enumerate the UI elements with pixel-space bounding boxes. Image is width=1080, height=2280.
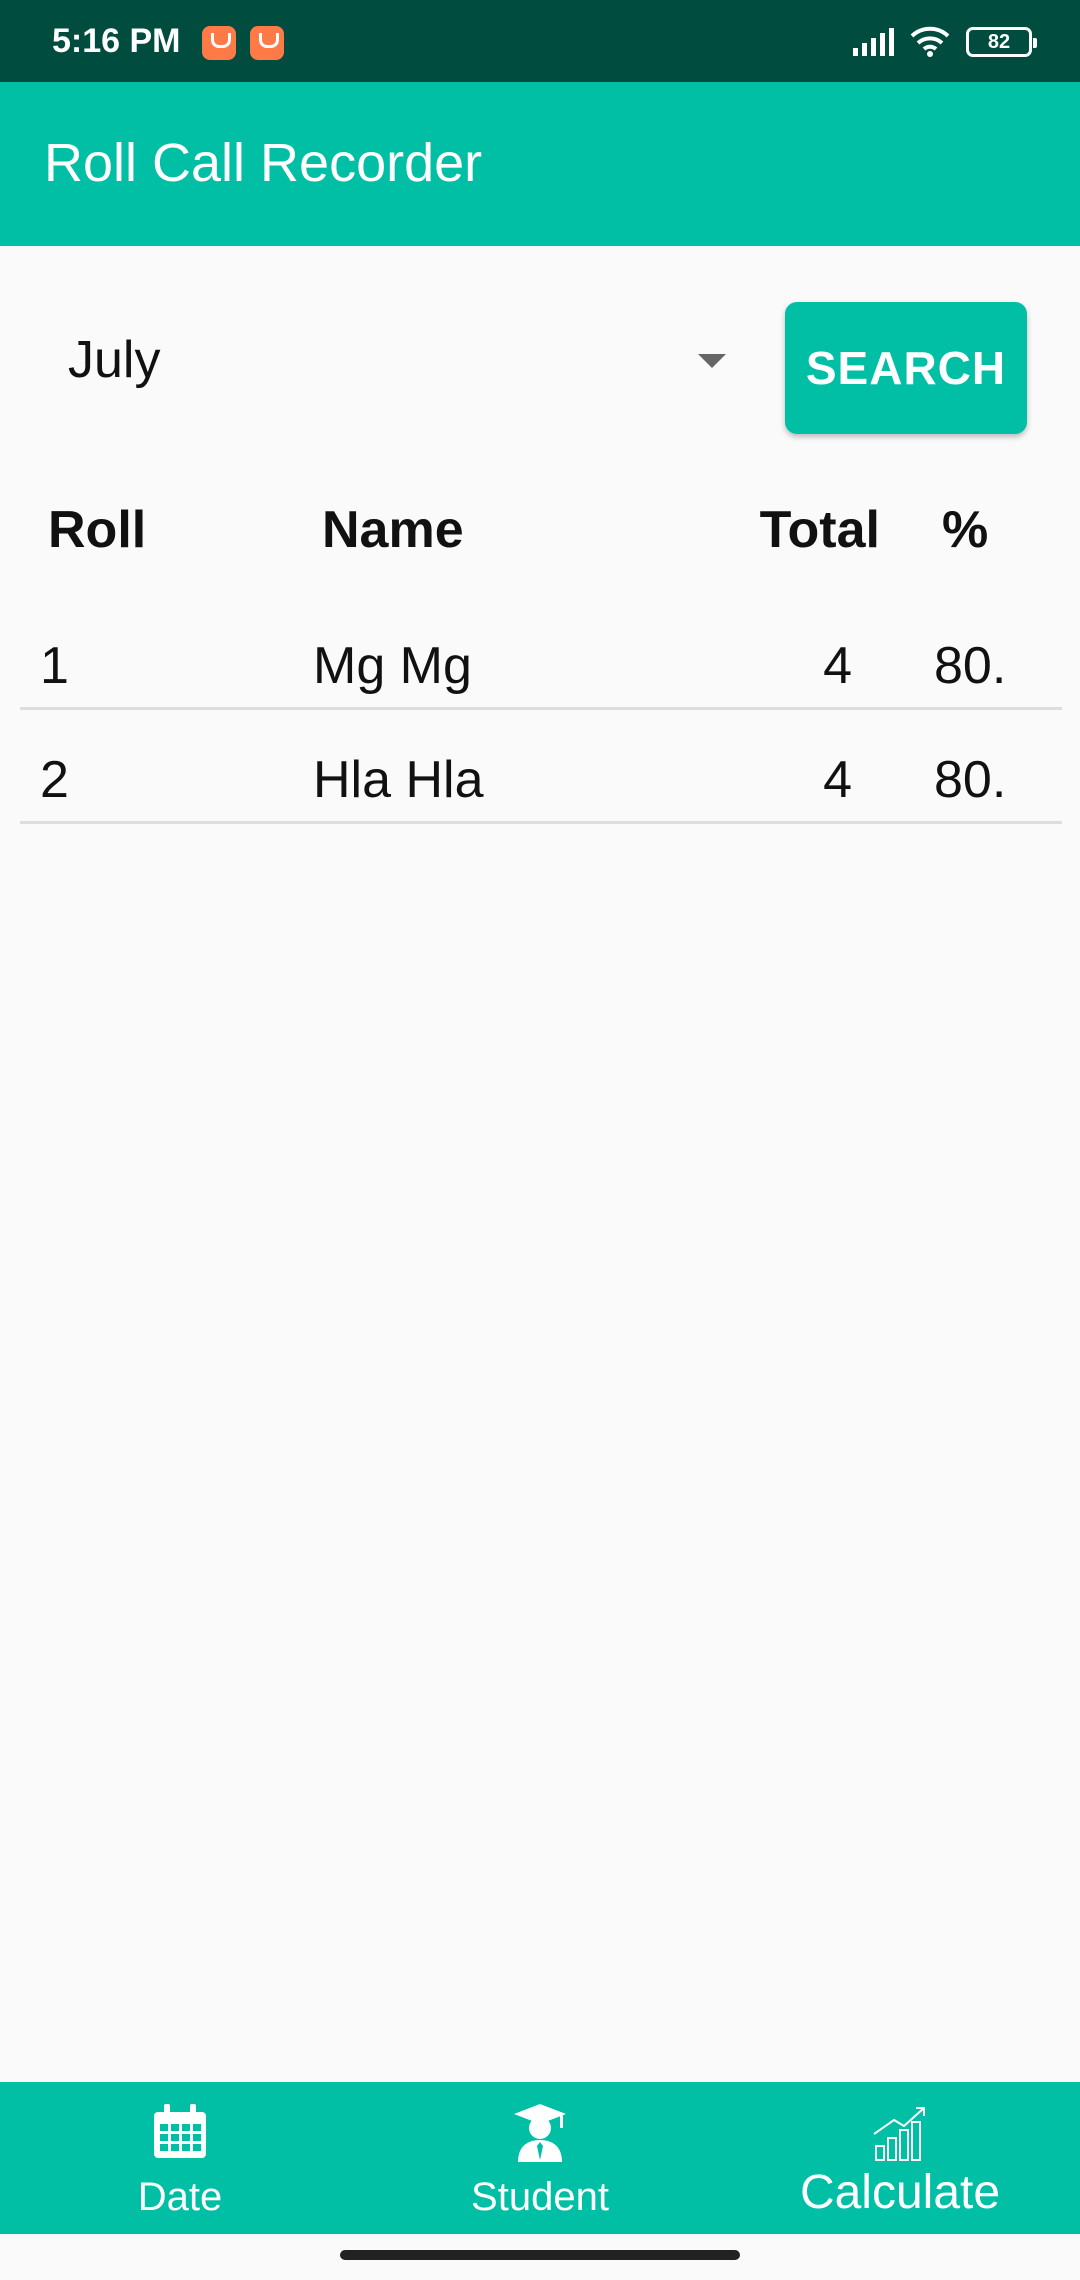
table-row[interactable]: 1 Mg Mg 4 80. — [0, 596, 1080, 710]
notification-icon — [250, 26, 284, 60]
cell-percent: 80. — [934, 751, 1007, 809]
gesture-bar[interactable] — [340, 2250, 740, 2260]
cell-total: 4 — [823, 637, 852, 695]
month-dropdown[interactable]: July — [44, 300, 744, 420]
nav-label-date: Date — [137, 2175, 223, 2219]
dropdown-arrow-icon — [698, 354, 726, 368]
search-button[interactable]: SEARCH — [785, 302, 1027, 434]
bottom-navigation: Date Student Calculate — [0, 2082, 1080, 2234]
nav-item-date[interactable]: Date — [0, 2082, 360, 2234]
gesture-area — [0, 2234, 1080, 2280]
notification-icon — [202, 26, 236, 60]
cell-total: 4 — [823, 751, 852, 809]
cell-roll: 2 — [40, 751, 69, 809]
cell-roll: 1 — [40, 637, 69, 695]
calendar-icon — [154, 2104, 206, 2158]
header-name: Name — [322, 501, 464, 559]
status-bar: 5:16 PM 82 — [0, 0, 1080, 82]
nav-label-calculate: Calculate — [799, 2166, 1001, 2219]
cell-percent: 80. — [934, 637, 1007, 695]
wifi-icon — [910, 26, 950, 57]
cell-name: Mg Mg — [313, 637, 472, 695]
chart-icon — [873, 2107, 925, 2161]
attendance-table: Roll Name Total % 1 Mg Mg 4 80. 2 Hla Hl… — [0, 470, 1080, 824]
signal-icon — [853, 28, 894, 56]
month-value: July — [68, 331, 161, 389]
cell-name: Hla Hla — [313, 751, 484, 809]
table-row[interactable]: 2 Hla Hla 4 80. — [0, 710, 1080, 824]
nav-label-student: Student — [471, 2175, 609, 2219]
student-icon — [514, 2104, 566, 2162]
nav-item-student[interactable]: Student — [360, 2082, 720, 2234]
header-percent: % — [942, 501, 989, 559]
status-time: 5:16 PM — [52, 22, 181, 60]
nav-item-calculate[interactable]: Calculate — [720, 2082, 1080, 2234]
app-title: Roll Call Recorder — [44, 133, 483, 193]
header-roll: Roll — [48, 501, 147, 559]
battery-icon: 82 — [966, 27, 1037, 57]
app-bar: Roll Call Recorder — [0, 82, 1080, 246]
table-header: Roll Name Total % — [0, 470, 1080, 596]
header-total: Total — [759, 501, 880, 559]
